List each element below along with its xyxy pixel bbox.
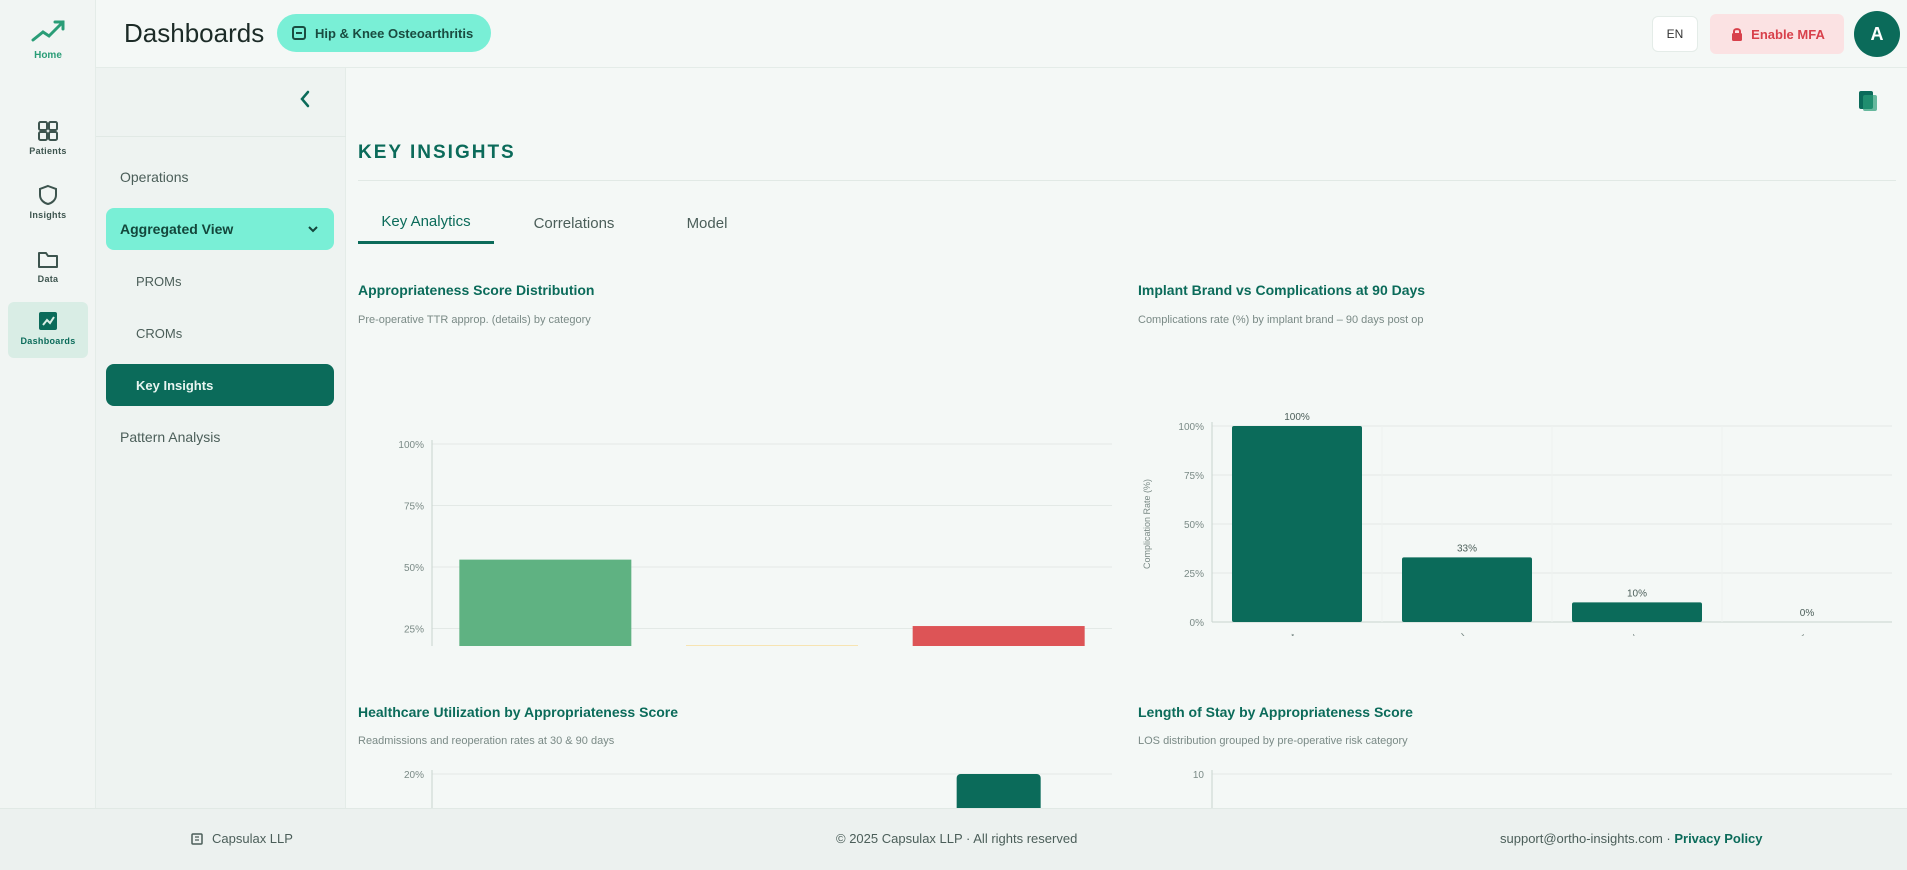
- main-content: KEY INSIGHTS Key Analytics Correlations …: [346, 68, 1907, 808]
- export-icon[interactable]: [1854, 88, 1880, 114]
- chart-subtitle: LOS distribution grouped by pre-operativ…: [1138, 735, 1408, 747]
- folder-icon: [38, 252, 58, 268]
- y-axis-label: Complication Rate (%): [1142, 479, 1152, 569]
- healthcare-utilization-chart: 20%: [404, 770, 1112, 808]
- sidebar-item-aggregated-view[interactable]: Aggregated View: [106, 208, 334, 250]
- shield-icon: [39, 184, 57, 206]
- trend-icon: [31, 20, 65, 42]
- rail-item-label: Dashboards: [20, 336, 76, 346]
- y-tick-label: 75%: [404, 502, 424, 513]
- chevron-down-icon: [308, 226, 318, 233]
- chevron-left-icon: [300, 90, 310, 108]
- grid-icon: [38, 121, 58, 141]
- chart-title: Healthcare Utilization by Appropriatenes…: [358, 704, 679, 720]
- chart-subtitle: Readmissions and reoperation rates at 30…: [358, 735, 615, 747]
- y-tick-label: 50%: [1184, 520, 1204, 531]
- enable-mfa-button[interactable]: Enable MFA: [1710, 14, 1844, 54]
- data-label: 33%: [1457, 543, 1477, 554]
- chart-title: Length of Stay by Appropriateness Score: [1138, 704, 1413, 720]
- section-divider: [358, 180, 1896, 181]
- rail-item-label: Insights: [29, 210, 67, 220]
- bone-icon: [292, 26, 306, 40]
- language-button[interactable]: EN: [1652, 16, 1698, 52]
- rail-item-dashboards[interactable]: Dashboards: [8, 302, 88, 358]
- tab-correlations[interactable]: Correlations: [506, 202, 642, 244]
- top-header: Dashboards Hip & Knee Osteoarthritis EN …: [96, 0, 1907, 68]
- y-tick-label: 100%: [398, 440, 424, 451]
- footer-company: Capsulax LLP: [190, 831, 293, 846]
- nav-rail: Home Patients Insights Data Dashboards: [0, 0, 96, 808]
- dashboard-sidebar: Operations Aggregated View PROMs CROMs K…: [96, 68, 346, 808]
- chart-title: Implant Brand vs Complications at 90 Day…: [1138, 282, 1426, 298]
- y-tick-label: 75%: [1184, 471, 1204, 482]
- implant-complications-chart: 0% 25% 50% 75% 100% 100% Zimmer Biomet 33% Stryk…: [1142, 412, 1892, 636]
- building-icon: [191, 832, 203, 845]
- y-tick-label: 0%: [1190, 618, 1205, 629]
- app-logo[interactable]: Home: [28, 18, 68, 61]
- footer-email[interactable]: support@ortho-insights.com ·: [1500, 831, 1671, 846]
- y-tick-label: 100%: [1178, 422, 1204, 433]
- sidebar-item-pattern-analysis[interactable]: Pattern Analysis: [106, 416, 334, 458]
- y-tick-label: 20%: [404, 770, 424, 781]
- rail-item-label: Data: [37, 274, 59, 284]
- data-label: 10%: [1627, 588, 1647, 599]
- length-of-stay-chart: 10: [1193, 770, 1892, 808]
- x-tick-label: Stryker Medical: [1409, 632, 1469, 636]
- enable-mfa-label: Enable MFA: [1751, 26, 1825, 42]
- chart-subtitle: Pre-operative TTR approp. (details) by c…: [358, 314, 591, 326]
- rail-item-insights[interactable]: Insights: [8, 176, 88, 232]
- condition-selector-label: Hip & Knee Osteoarthritis: [315, 25, 474, 41]
- y-tick-label: 10: [1193, 770, 1205, 781]
- y-tick-label: 25%: [1184, 569, 1204, 580]
- rail-item-data[interactable]: Data: [8, 240, 88, 296]
- privacy-policy-link[interactable]: Privacy Policy: [1674, 831, 1762, 846]
- footer-links: support@ortho-insights.com · Privacy Pol…: [1500, 831, 1763, 846]
- tab-key-analytics[interactable]: Key Analytics: [358, 202, 494, 244]
- sidebar-item-key-insights[interactable]: Key Insights: [106, 364, 334, 406]
- appropriateness-distribution-chart: 0%25%50%75%100%UniformMedianRisk: [398, 440, 1112, 646]
- collapse-sidebar-button[interactable]: [292, 86, 318, 112]
- condition-selector[interactable]: Hip & Knee Osteoarthritis: [277, 14, 492, 52]
- sidebar-item-proms[interactable]: PROMs: [106, 260, 334, 302]
- chart-subtitle: Complications rate (%) by implant brand …: [1138, 314, 1424, 326]
- lock-icon: [1732, 28, 1743, 41]
- tab-model[interactable]: Model: [652, 202, 762, 244]
- user-avatar[interactable]: A: [1854, 11, 1900, 57]
- data-label: 100%: [1284, 412, 1310, 423]
- bar: [1232, 426, 1362, 622]
- chart-title: Appropriateness Score Distribution: [358, 282, 595, 298]
- rail-item-label: Patients: [29, 146, 67, 156]
- page-footer: Capsulax LLP © 2025 Capsulax LLP · All r…: [0, 808, 1907, 870]
- bar: [956, 774, 1041, 808]
- sidebar-item-croms[interactable]: CROMs: [106, 312, 334, 354]
- footer-company-name: Capsulax LLP: [212, 831, 293, 846]
- app-logo-label: Home: [34, 50, 62, 61]
- data-label: 0%: [1800, 608, 1815, 619]
- section-title: KEY INSIGHTS: [358, 142, 516, 163]
- bar: [912, 626, 1085, 646]
- sidebar-divider: [96, 136, 346, 137]
- page-title: Dashboards: [124, 18, 265, 48]
- rail-item-patients[interactable]: Patients: [8, 112, 88, 168]
- dashboard-icon: [39, 312, 57, 330]
- footer-copyright: © 2025 Capsulax LLP · All rights reserve…: [836, 831, 1078, 846]
- x-tick-label: Smith Nephew: [1582, 631, 1639, 636]
- x-tick-label: Other: [1783, 631, 1810, 636]
- sidebar-item-operations[interactable]: Operations: [106, 156, 334, 198]
- y-tick-label: 50%: [404, 563, 424, 574]
- y-tick-label: 25%: [404, 625, 424, 636]
- bar: [1402, 557, 1532, 622]
- x-tick-label: Zimmer Biomet: [1240, 632, 1299, 636]
- bar: [459, 559, 632, 646]
- bar: [1572, 602, 1702, 622]
- sidebar-item-label: Aggregated View: [120, 221, 234, 237]
